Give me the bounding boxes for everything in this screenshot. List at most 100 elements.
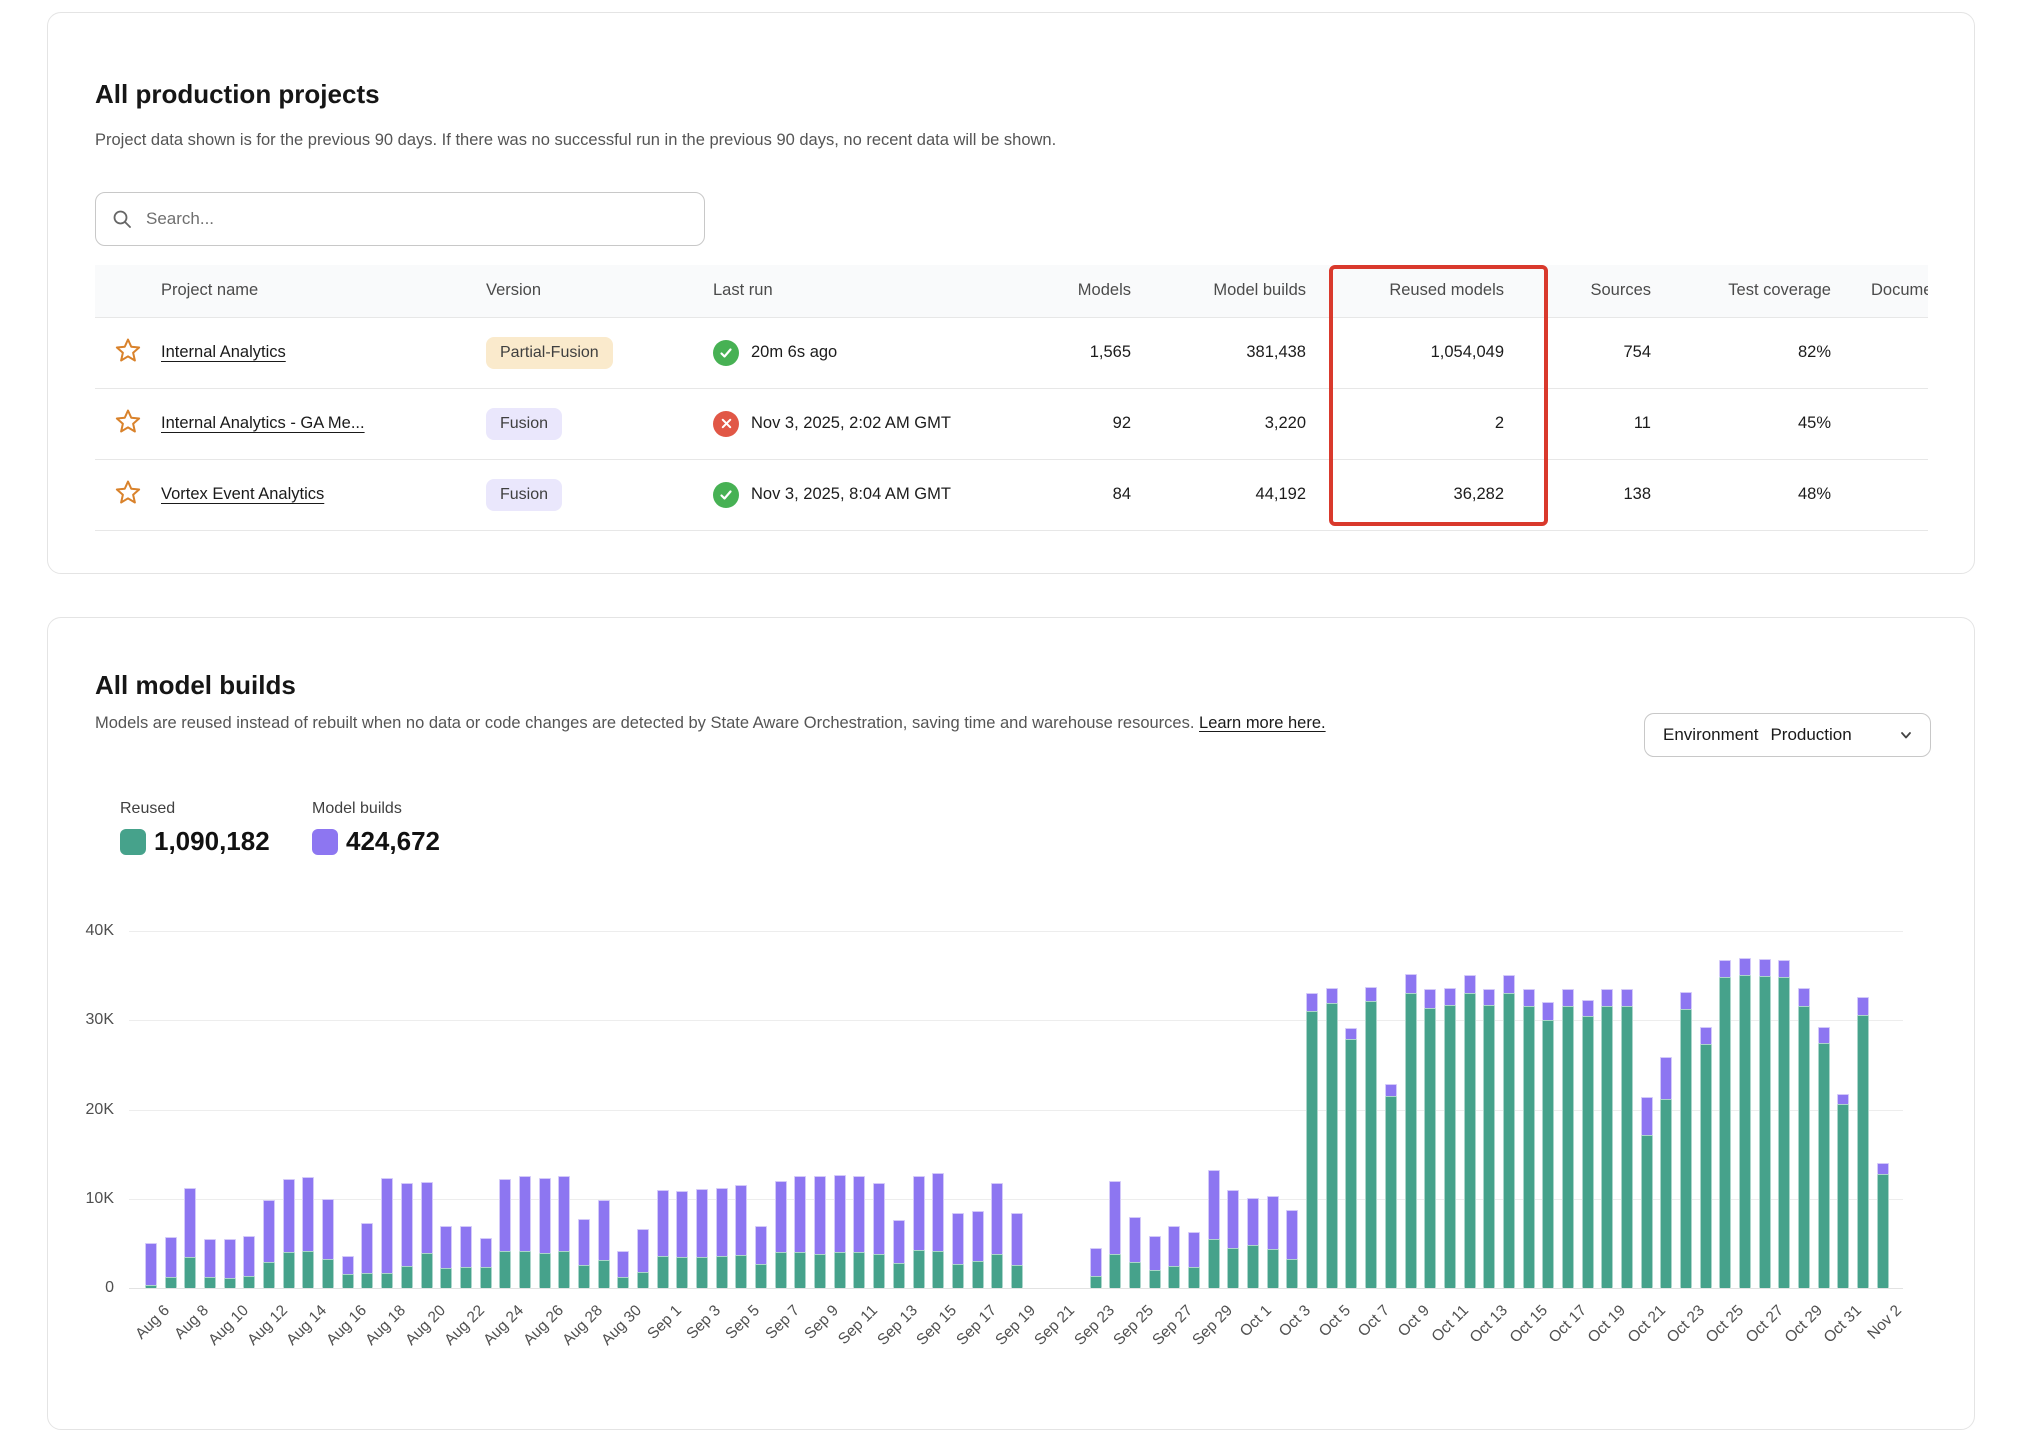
stacked-bar	[1168, 1226, 1180, 1288]
bar-segment-reused	[1798, 1006, 1810, 1288]
stacked-bar	[1247, 1198, 1259, 1288]
last-run-time: Nov 3, 2025, 2:02 AM GMT	[751, 414, 951, 433]
stacked-bar	[1562, 989, 1574, 1288]
search-input[interactable]	[146, 209, 688, 229]
stacked-bar	[1464, 975, 1476, 1288]
project-search[interactable]	[95, 192, 705, 246]
bar-segment-model-builds	[637, 1229, 649, 1272]
bar-segment-model-builds	[1405, 974, 1417, 994]
column-header-project-name: Project name	[161, 265, 486, 317]
bar-segment-model-builds	[401, 1183, 413, 1266]
stacked-bar	[499, 1179, 511, 1288]
projects-table: Project nameVersionLast runModelsModel b…	[95, 265, 1928, 601]
bar-segment-reused	[145, 1285, 157, 1288]
bar-segment-model-builds	[1345, 1028, 1357, 1039]
bar-segment-reused	[775, 1252, 787, 1288]
project-name-link[interactable]: Vortex Event Analytics	[161, 485, 324, 503]
projects-card-title: All production projects	[95, 79, 380, 110]
column-header-last-run: Last run	[713, 265, 983, 317]
bar-segment-reused	[263, 1262, 275, 1288]
x-axis-tick-label: Oct 11	[1428, 1302, 1472, 1346]
bar-segment-model-builds	[322, 1199, 334, 1259]
learn-more-link[interactable]: Learn more here.	[1199, 714, 1326, 732]
version-badge: Fusion	[486, 479, 562, 511]
test-coverage-cell: 45%	[1651, 388, 1831, 459]
bar-segment-reused	[794, 1252, 806, 1288]
bar-segment-model-builds	[853, 1176, 865, 1253]
documentation-cell	[1831, 317, 1928, 388]
bar-segment-model-builds	[1877, 1163, 1889, 1174]
x-axis-tick-label: Aug 10	[205, 1302, 252, 1349]
stacked-bar	[1759, 959, 1771, 1288]
bar-segment-reused	[1326, 1003, 1338, 1288]
bar-segment-model-builds	[1326, 988, 1338, 1003]
bar-segment-model-builds	[1798, 988, 1810, 1006]
project-name-cell: Internal Analytics	[161, 317, 486, 388]
bar-segment-reused	[1719, 977, 1731, 1288]
bar-segment-reused	[283, 1252, 295, 1288]
project-name-link[interactable]: Internal Analytics - GA Me...	[161, 414, 365, 432]
stacked-bar	[381, 1178, 393, 1288]
bar-segment-model-builds	[243, 1236, 255, 1275]
bar-segment-reused	[657, 1256, 669, 1288]
bar-segment-reused	[814, 1254, 826, 1288]
project-name-cell: Vortex Event Analytics	[161, 459, 486, 530]
bar-segment-reused	[853, 1252, 865, 1288]
bar-segment-reused	[165, 1277, 177, 1288]
favorite-star-button[interactable]	[113, 336, 143, 369]
model-builds-cell: 3,220	[1131, 388, 1306, 459]
stacked-bar	[1503, 975, 1515, 1288]
sources-cell: 138	[1504, 459, 1651, 530]
bar-segment-reused	[1208, 1239, 1220, 1288]
bar-segment-model-builds	[1424, 989, 1436, 1008]
bar-segment-model-builds	[893, 1220, 905, 1263]
bar-segment-model-builds	[657, 1190, 669, 1256]
bar-segment-reused	[1286, 1259, 1298, 1288]
model-builds-swatch-icon	[312, 829, 338, 855]
star-cell	[95, 459, 161, 530]
bar-segment-model-builds	[145, 1243, 157, 1285]
bar-segment-model-builds	[952, 1213, 964, 1264]
y-axis-tick-label: 0	[54, 1279, 114, 1297]
stacked-bar	[775, 1181, 787, 1288]
x-axis-tick-label: Aug 14	[284, 1302, 331, 1349]
bar-segment-reused	[1149, 1270, 1161, 1288]
environment-select[interactable]: Environment Production	[1644, 713, 1931, 757]
bar-segment-model-builds	[302, 1177, 314, 1251]
bar-segment-reused	[1405, 993, 1417, 1288]
bar-segment-reused	[224, 1278, 236, 1288]
bar-segment-model-builds	[263, 1200, 275, 1262]
stacked-bar	[1208, 1170, 1220, 1288]
bar-segment-reused	[598, 1260, 610, 1288]
stacked-bar	[1365, 987, 1377, 1288]
x-axis-tick-label: Aug 28	[559, 1302, 606, 1349]
x-axis-tick-label: Oct 17	[1546, 1302, 1591, 1347]
bar-segment-reused	[1188, 1267, 1200, 1288]
favorite-star-button[interactable]	[113, 478, 143, 511]
legend-reused-item: 1,090,182	[120, 826, 270, 857]
last-run-cell: Nov 3, 2025, 2:02 AM GMT	[713, 388, 983, 459]
models-cell: 84	[983, 459, 1131, 530]
favorite-star-button[interactable]	[113, 407, 143, 440]
x-axis-tick-label: Nov 2	[1864, 1302, 1905, 1343]
stacked-bar	[1326, 988, 1338, 1288]
bar-segment-model-builds	[991, 1183, 1003, 1254]
bar-segment-model-builds	[1759, 959, 1771, 976]
bar-segment-model-builds	[1247, 1198, 1259, 1245]
bar-segment-reused	[460, 1267, 472, 1288]
bar-segment-reused	[401, 1266, 413, 1288]
column-header-models: Models	[983, 265, 1131, 317]
bar-segment-model-builds	[1168, 1226, 1180, 1265]
table-row: Internal AnalyticsPartial-Fusion20m 6s a…	[95, 317, 1928, 388]
bar-segment-reused	[1601, 1006, 1613, 1288]
bar-segment-reused	[972, 1261, 984, 1288]
last-run-time: Nov 3, 2025, 8:04 AM GMT	[751, 485, 951, 504]
project-name-link[interactable]: Internal Analytics	[161, 343, 286, 361]
project-name-cell: Internal Analytics - GA Me...	[161, 388, 486, 459]
dashboard-page: All production projects Project data sho…	[0, 0, 2022, 1438]
bar-segment-model-builds	[794, 1176, 806, 1253]
stacked-bar	[814, 1176, 826, 1288]
bar-segment-reused	[361, 1273, 373, 1288]
bar-segment-reused	[1129, 1262, 1141, 1288]
stacked-bar	[204, 1239, 216, 1288]
